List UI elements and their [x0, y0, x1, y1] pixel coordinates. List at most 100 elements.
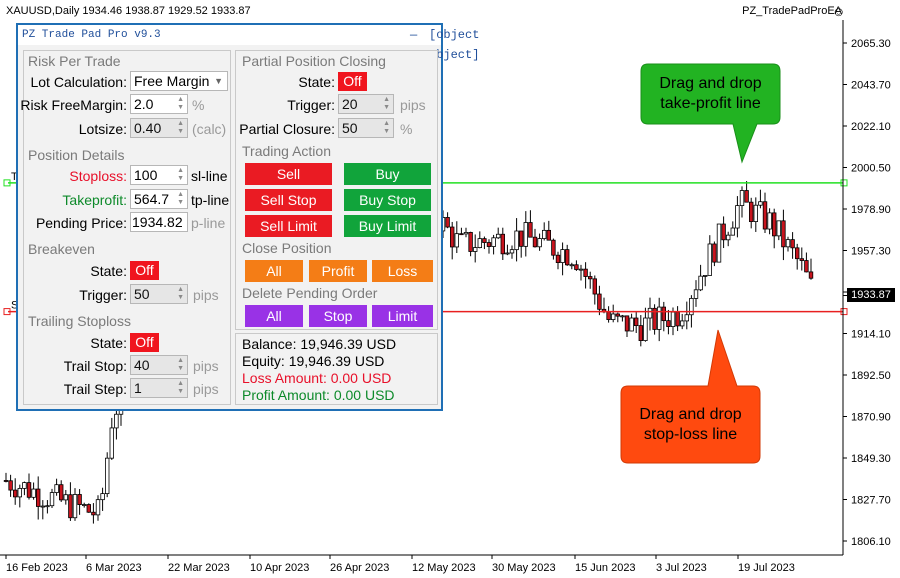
candle-body [459, 233, 464, 236]
loss-amount-text: Loss Amount: 0.00 USD [242, 370, 392, 386]
pending-price-label: Pending Price: [35, 215, 127, 231]
takeprofit-input[interactable]: 564.7 ▲ ▼ [130, 189, 188, 209]
sell-limit-button[interactable]: Sell Limit [245, 215, 332, 237]
stoploss-input[interactable]: 100 ▲ ▼ [130, 165, 188, 185]
price-tick-label: 1806.10 [851, 536, 891, 548]
minimize-icon[interactable]: — [410, 25, 417, 45]
lotsize-value: 0.40 [134, 120, 162, 136]
candle-body [583, 268, 588, 277]
candle-body [611, 313, 616, 320]
smile-icon: ☺ [832, 4, 846, 19]
candle-body [114, 413, 119, 429]
candle-body [703, 275, 708, 277]
buy-button[interactable]: Buy [344, 163, 431, 185]
price-tick-label: 2065.30 [851, 38, 891, 50]
candle-body [12, 489, 18, 498]
buy-stop-button[interactable]: Buy Stop [344, 189, 431, 211]
candle-body [495, 233, 501, 239]
spinner-icon[interactable]: ▲ ▼ [177, 167, 184, 183]
candle-body [72, 494, 78, 519]
candle-body [105, 457, 110, 495]
breakeven-state-toggle[interactable]: Off [130, 261, 159, 280]
candle-body [634, 317, 639, 327]
candle-body [482, 238, 487, 243]
candle-body [514, 230, 519, 251]
close-profit-button[interactable]: Profit [309, 260, 367, 282]
equity-text: Equity: 19,946.39 USD [242, 353, 385, 369]
partial-state-label: State: [298, 74, 335, 90]
trailing-state-label: State: [90, 335, 127, 351]
position-section-title: Position Details [28, 147, 125, 163]
risk-input[interactable]: 2.0 ▲ ▼ [130, 94, 188, 114]
candle-body [629, 317, 634, 332]
delete-limit-button[interactable]: Limit [372, 305, 433, 327]
close-loss-button[interactable]: Loss [372, 260, 433, 282]
partial-state-toggle[interactable]: Off [338, 72, 367, 91]
takeprofit-label: Takeprofit: [62, 192, 127, 208]
candle-body [799, 258, 804, 261]
candle-body [82, 504, 87, 506]
price-tick-label: 1914.10 [851, 329, 891, 341]
candle-body [739, 190, 745, 206]
symbol-info: XAUUSD,Daily 1934.46 1938.87 1929.52 193… [6, 5, 251, 17]
takeprofit-value: 564.7 [134, 191, 170, 207]
candle-body [477, 238, 482, 248]
candle-body [670, 311, 676, 328]
candle-body [647, 307, 653, 319]
trailing-state-toggle[interactable]: Off [130, 333, 159, 352]
candle-body [49, 492, 55, 507]
spinner-icon[interactable]: ▲ ▼ [177, 96, 184, 112]
candle-body [730, 227, 735, 236]
candle-body [542, 229, 547, 239]
window-titlebar[interactable]: PZ Trade Pad Pro v9.3 — [object Object] [18, 25, 479, 62]
candle-body [560, 249, 565, 264]
partial-trigger-input: 20 ▲ ▼ [338, 94, 394, 114]
account-panel: Balance: 19,946.39 USD Equity: 19,946.39… [235, 333, 438, 405]
price-tick-label: 2043.70 [851, 80, 891, 92]
candle-body [546, 229, 551, 241]
profit-amount-text: Profit Amount: 0.00 USD [242, 387, 395, 403]
candle-body [454, 233, 459, 248]
candle-body [59, 484, 64, 501]
candle-body [785, 239, 791, 248]
candle-body [519, 230, 524, 247]
breakeven-trigger-value: 50 [134, 286, 150, 302]
candle-body [109, 427, 114, 459]
candle-body [3, 480, 9, 482]
partial-closure-input: 50 ▲ ▼ [338, 118, 394, 138]
pending-price-input[interactable]: 1934.82 [130, 212, 188, 232]
risk-value: 2.0 [134, 96, 154, 112]
trail-stop-unit: pips [193, 358, 219, 374]
candle-body [8, 480, 13, 491]
buy-limit-button[interactable]: Buy Limit [344, 215, 431, 237]
candle-body [449, 226, 455, 248]
lot-calc-select[interactable]: Free Margin ▼ [130, 71, 228, 91]
candle-body [36, 488, 41, 507]
sell-stop-button[interactable]: Sell Stop [245, 189, 332, 211]
trailing-section-title: Trailing Stoploss [28, 313, 131, 329]
candle-body [753, 204, 758, 222]
chevron-down-icon: ▼ [214, 76, 223, 86]
candle-body [68, 494, 73, 519]
candle-body [643, 317, 648, 341]
breakeven-section-title: Breakeven [28, 241, 95, 257]
candle-body [666, 320, 671, 328]
candle-body [712, 243, 717, 263]
candle-body [804, 260, 809, 273]
date-tick-label: 12 May 2023 [412, 562, 476, 574]
spinner-icon[interactable]: ▲ ▼ [177, 191, 184, 207]
sell-button[interactable]: Sell [245, 163, 332, 185]
lotsize-input: 0.40 ▲ ▼ [130, 118, 188, 138]
date-tick-label: 15 Jun 2023 [575, 562, 636, 574]
trade-pad-window[interactable]: PZ Trade Pad Pro v9.3 — [object Object] … [16, 23, 479, 411]
candle-body [569, 264, 574, 267]
delete-all-button[interactable]: All [245, 305, 303, 327]
price-tick-label: 1870.90 [851, 412, 891, 424]
candle-body [486, 242, 492, 247]
lot-calc-label: Lot Calculation: [30, 74, 127, 90]
delete-stop-button[interactable]: Stop [309, 305, 367, 327]
close-all-button[interactable]: All [245, 260, 303, 282]
candle-body [588, 276, 593, 280]
candle-body [31, 488, 36, 498]
candle-body [17, 488, 22, 498]
